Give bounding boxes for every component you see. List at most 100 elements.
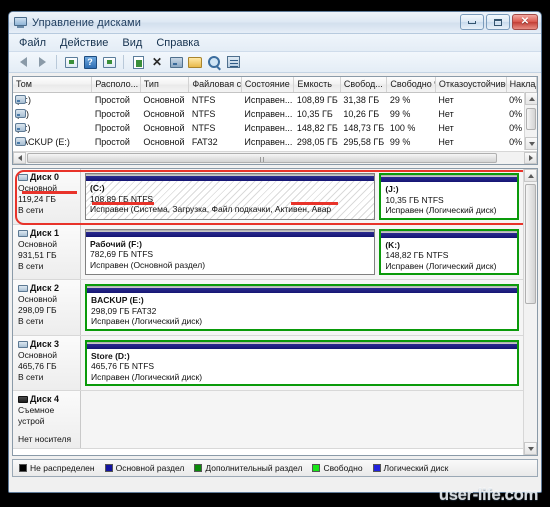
partition-container: Store (D:) 465,76 ГБ NTFS Исправен (Логиче… bbox=[81, 335, 523, 390]
table-row[interactable]: (C:)Простой Основной NTFS Исправен...108,89… bbox=[13, 92, 537, 107]
help-icon[interactable]: ? bbox=[82, 54, 98, 70]
cell-volume: (C:) bbox=[13, 92, 92, 107]
legend-item: Дополнительный раздел bbox=[194, 463, 302, 473]
cell-free-percent: 100 % bbox=[389, 122, 416, 133]
table-row[interactable]: (K:)Простой Основной NTFS Исправен...148,82… bbox=[13, 121, 537, 135]
column-header-type[interactable]: Тип bbox=[140, 77, 190, 93]
menu-view[interactable]: Вид bbox=[122, 37, 142, 49]
scroll-up-button[interactable] bbox=[525, 92, 537, 105]
gfx-scroll-up-button[interactable] bbox=[524, 169, 537, 182]
disk-name: Диск 3 bbox=[18, 339, 76, 350]
delete-icon[interactable]: ✕ bbox=[149, 54, 165, 70]
partition-usage-bar bbox=[381, 175, 517, 182]
disk-type: Основной bbox=[18, 349, 57, 360]
column-header-volume[interactable]: Том bbox=[13, 77, 93, 93]
column-header-fault-tolerance[interactable]: Отказоустойчиво... bbox=[435, 77, 507, 93]
cell-type: Основной bbox=[143, 108, 185, 119]
column-header-overhead[interactable]: Наклад bbox=[506, 77, 537, 93]
partition-label: BACKUP (E:) bbox=[91, 295, 144, 305]
scroll-thumb-horizontal[interactable] bbox=[27, 153, 497, 163]
scroll-left-button[interactable] bbox=[13, 152, 26, 164]
partition-block[interactable]: Рабочий (F:) 782,69 ГБ NTFS Исправен (Осно… bbox=[85, 228, 376, 275]
disk-status: В сети bbox=[18, 371, 44, 382]
cell-capacity: 298,05 ГБ bbox=[296, 136, 338, 147]
partition-block[interactable]: (J:) 10,35 ГБ NTFS Исправен (Логический ди… bbox=[379, 173, 519, 220]
column-header-free-percent[interactable]: Свободно % bbox=[386, 77, 436, 93]
table-row[interactable]: BACKUP (E:) Простой Основной FAT32 Исправен.… bbox=[13, 135, 537, 149]
graphical-pane-scrollbar[interactable] bbox=[523, 169, 537, 455]
cell-volume: (K:) bbox=[13, 121, 92, 135]
cd-drive-icon bbox=[15, 165, 26, 166]
list-view-icon[interactable] bbox=[225, 54, 241, 70]
disk-header[interactable]: Диск 0 Основной 119,24 ГБ В сети bbox=[13, 169, 81, 224]
partition-block[interactable]: (K:) 148,82 ГБ NTFS Исправен (Логический д… bbox=[379, 228, 519, 275]
disk-icon bbox=[18, 229, 28, 237]
cell-free-percent: 99 % bbox=[389, 108, 411, 119]
cell-filesystem: NTFS bbox=[191, 94, 216, 105]
search-icon[interactable] bbox=[206, 54, 222, 70]
scroll-thumb[interactable] bbox=[526, 108, 536, 130]
partition-label: Store (D:) bbox=[91, 350, 130, 361]
table-row[interactable]: (J:)Простой Основной NTFS Исправен...10,35 … bbox=[13, 107, 537, 121]
column-header-status[interactable]: Состояние bbox=[241, 77, 295, 93]
show-hide-console-tree-icon[interactable] bbox=[101, 54, 117, 70]
cell-free: 31,38 ГБ bbox=[343, 94, 380, 105]
properties-icon[interactable] bbox=[130, 54, 146, 70]
disk-header[interactable]: Диск 1 Основной 931,51 ГБ В сети bbox=[13, 224, 81, 279]
partition-block[interactable]: Store (D:) 465,76 ГБ NTFS Исправен (Логиче… bbox=[85, 339, 519, 386]
column-header-layout[interactable]: Располо... bbox=[91, 77, 141, 93]
volume-list-pane: Том Располо... Тип Файловая с... Состоян… bbox=[12, 76, 538, 165]
open-folder-icon[interactable] bbox=[187, 54, 203, 70]
disk-type: Основной bbox=[18, 238, 57, 249]
volume-list-horizontal-scrollbar[interactable] bbox=[13, 151, 537, 164]
menu-action[interactable]: Действие bbox=[60, 37, 108, 49]
column-header-filesystem[interactable]: Файловая с... bbox=[188, 77, 242, 93]
disk-row[interactable]: Диск 1 Основной 931,51 ГБ В сети Рабочий (F:… bbox=[13, 224, 523, 280]
close-button[interactable]: ✕ bbox=[512, 14, 538, 30]
column-header-free[interactable]: Свобод... bbox=[340, 77, 388, 93]
removable-drive-icon bbox=[18, 396, 28, 403]
partition-info: (C:) 108,89 ГБ NTFS Исправен (Система, Заг… bbox=[86, 181, 375, 219]
partition-usage-bar bbox=[87, 286, 517, 293]
window-controls: ✕ bbox=[460, 14, 538, 30]
up-level-icon[interactable] bbox=[63, 54, 79, 70]
disk-name: Диск 2 bbox=[18, 283, 76, 294]
scroll-right-button[interactable] bbox=[524, 152, 537, 164]
partition-block[interactable]: BACKUP (E:) 298,09 ГБ FAT32 Исправен (Логи… bbox=[85, 284, 519, 331]
cell-filesystem: NTFS bbox=[191, 108, 216, 119]
hard-disk-icon bbox=[15, 94, 26, 104]
disk-name-label: Диск 0 bbox=[30, 172, 59, 182]
disk-header[interactable]: Диск 2 Основной 298,09 ГБ В сети bbox=[13, 280, 81, 335]
gfx-scroll-thumb[interactable] bbox=[525, 184, 536, 304]
disk-row[interactable]: Диск 2 Основной 298,09 ГБ В сети BACKUP (E:)… bbox=[13, 280, 523, 336]
disk-status: Нет носителя bbox=[18, 434, 72, 444]
disk-row[interactable]: Диск 0 Основной 119,24 ГБ В сети (C:) 108,89 … bbox=[13, 169, 523, 225]
partition-size: 298,09 ГБ FAT32 bbox=[91, 305, 157, 316]
disk-row[interactable]: Диск 3 Основной 465,76 ГБ В сети Store (D:) 4… bbox=[13, 335, 523, 391]
disk-type: Съемное устрой bbox=[18, 405, 55, 426]
disk-header[interactable]: Диск 4 Съемное устрой Нет носителя bbox=[13, 391, 81, 448]
partition-block[interactable]: (C:) 108,89 ГБ NTFS Исправен (Система, Заг… bbox=[85, 173, 376, 220]
forward-icon[interactable] bbox=[34, 54, 50, 70]
disk-icon bbox=[18, 340, 28, 348]
cell-layout: Простой bbox=[94, 122, 130, 133]
partition-state: Исправен (Логический диск) bbox=[385, 205, 497, 215]
disk-size: 119,24 ГБ bbox=[18, 194, 56, 204]
drive-icon[interactable] bbox=[168, 54, 184, 70]
disk-header[interactable]: Диск 3 Основной 465,76 ГБ В сети bbox=[13, 335, 81, 390]
menu-file[interactable]: Файл bbox=[19, 37, 46, 49]
disk-size: 298,09 ГБ bbox=[18, 305, 57, 315]
back-icon[interactable] bbox=[15, 54, 31, 70]
minimize-button[interactable] bbox=[460, 14, 484, 30]
volume-list-vertical-scrollbar[interactable] bbox=[524, 92, 537, 150]
gfx-scroll-down-button[interactable] bbox=[524, 442, 537, 455]
menu-bar: Файл Действие Вид Справка bbox=[9, 34, 541, 52]
cell-layout: Простой bbox=[94, 136, 130, 147]
maximize-button[interactable] bbox=[486, 14, 510, 30]
column-header-capacity[interactable]: Емкость bbox=[293, 77, 341, 93]
watermark: user-life.com bbox=[438, 485, 539, 504]
disk-row[interactable]: Диск 4 Съемное устрой Нет носителя bbox=[13, 391, 523, 449]
scroll-down-button[interactable] bbox=[525, 137, 537, 150]
screen: Управление дисками ✕ Файл Действие Вид С… bbox=[0, 0, 550, 507]
menu-help[interactable]: Справка bbox=[156, 37, 199, 49]
